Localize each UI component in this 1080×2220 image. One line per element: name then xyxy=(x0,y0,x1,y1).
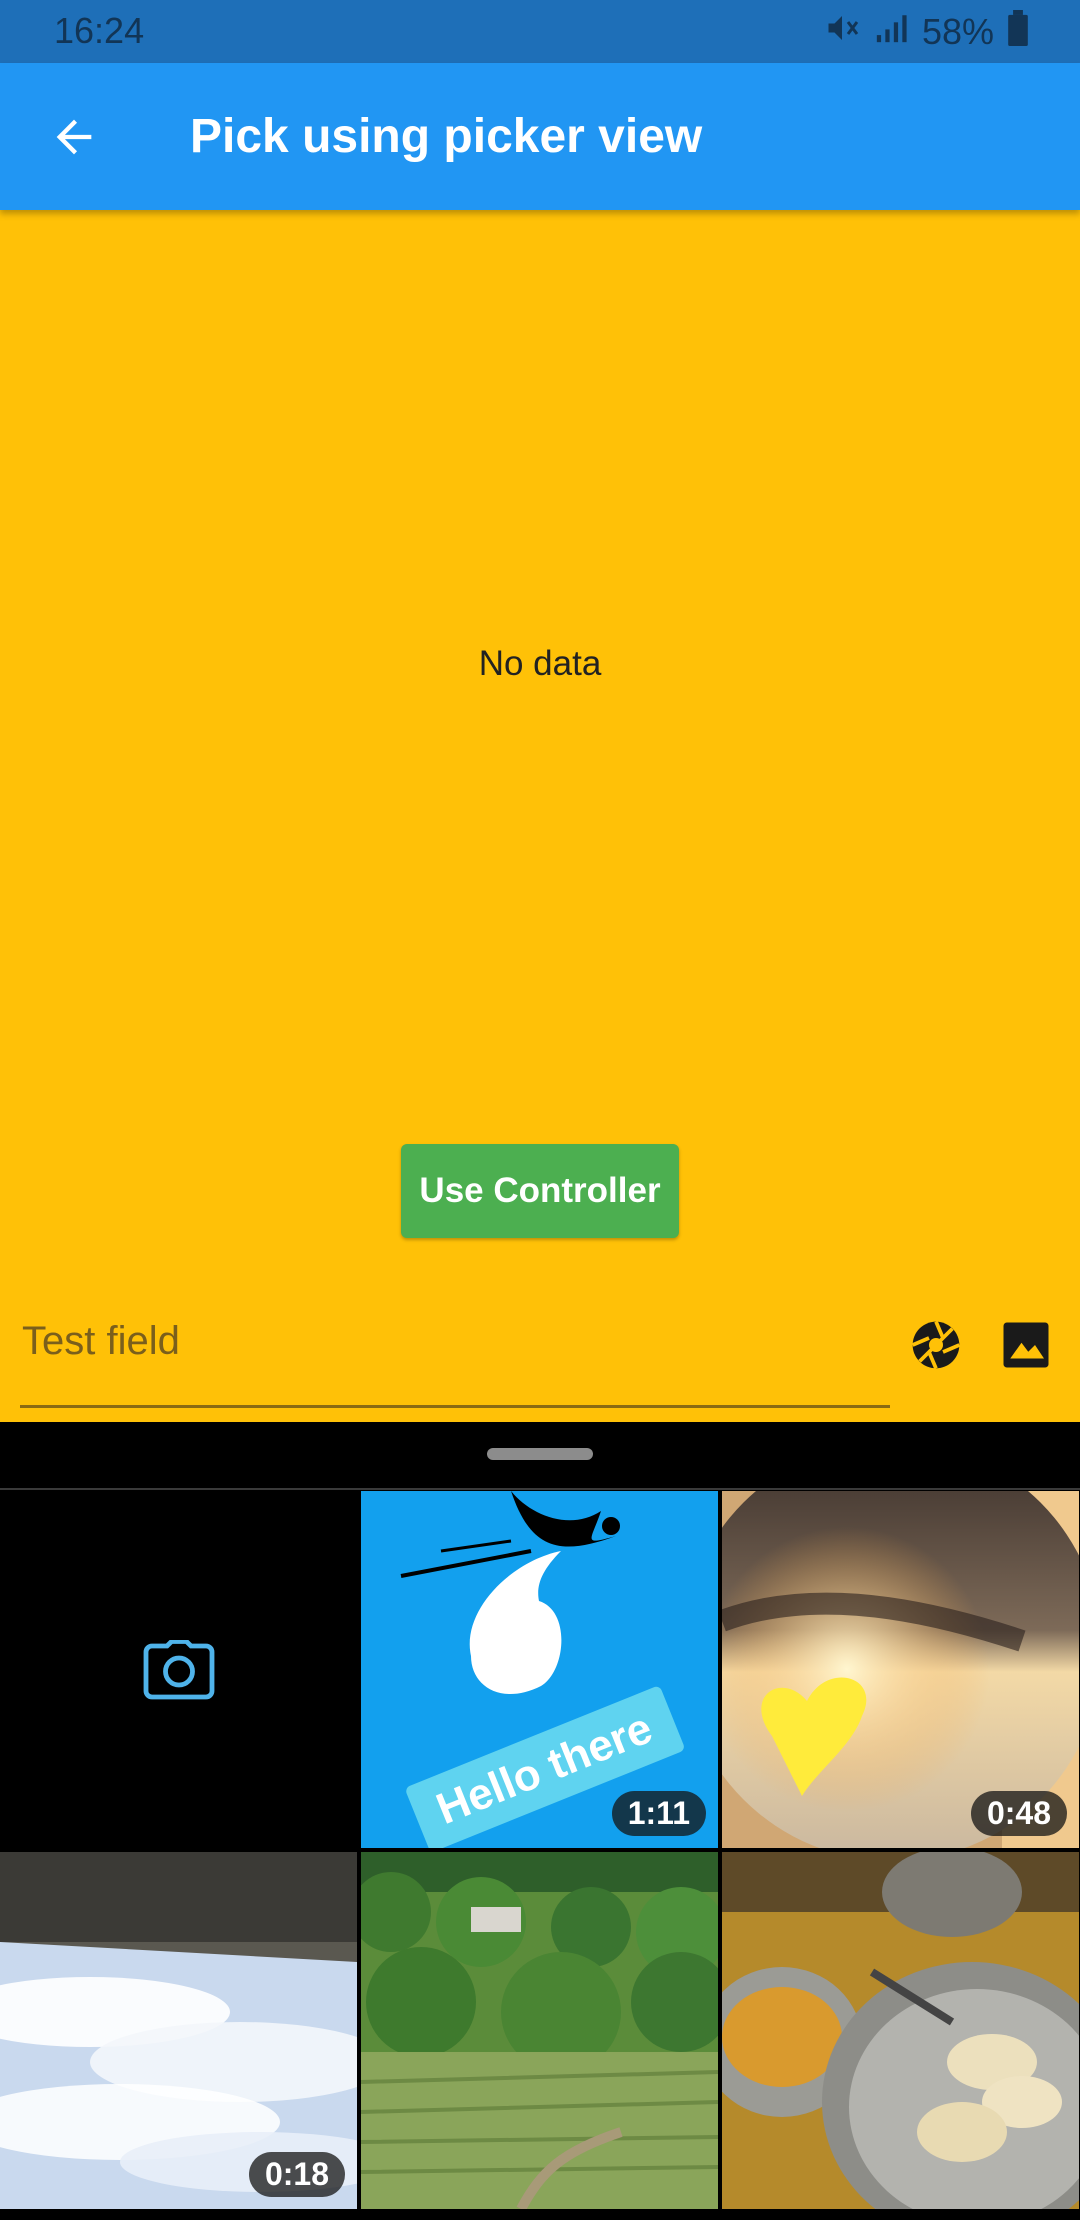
camera-tile[interactable] xyxy=(0,1491,357,1848)
video-duration-badge: 1:11 xyxy=(611,1791,706,1836)
mute-icon xyxy=(824,10,860,55)
drag-handle[interactable] xyxy=(487,1448,593,1460)
test-field-input[interactable]: Test field xyxy=(20,1305,890,1408)
aperture-icon[interactable] xyxy=(906,1315,966,1375)
sheet-divider xyxy=(0,1488,1080,1490)
status-bar: 16:24 58% xyxy=(0,0,1080,63)
status-time: 16:24 xyxy=(54,10,145,51)
field-actions xyxy=(906,1305,1056,1385)
page-title: Pick using picker view xyxy=(190,110,703,163)
battery-level: 58% xyxy=(921,11,994,52)
use-controller-button[interactable]: Use Controller xyxy=(401,1144,679,1238)
app-bar: Pick using picker view xyxy=(0,63,1080,210)
media-thumbnail[interactable]: 0:48 xyxy=(722,1491,1079,1848)
media-thumbnail[interactable]: Hello there 1:11 xyxy=(361,1491,718,1848)
media-thumbnail[interactable] xyxy=(722,1852,1079,2209)
arrow-back-icon xyxy=(56,119,92,155)
empty-state-text: No data xyxy=(478,644,602,683)
green-field-thumbnail-graphic xyxy=(361,1852,718,2209)
back-button[interactable] xyxy=(40,103,108,171)
media-grid: Hello there 1:11 0:48 0:18 xyxy=(0,1491,1080,2209)
status-icons: 58% xyxy=(824,9,1028,55)
video-duration-badge: 0:18 xyxy=(248,2152,345,2197)
video-duration-badge: 0:48 xyxy=(970,1791,1067,1836)
food-thumbnail-graphic xyxy=(722,1852,1079,2209)
picker-sheet: Hello there 1:11 0:48 0:18 xyxy=(0,1422,1080,2220)
media-thumbnail[interactable] xyxy=(361,1852,718,2209)
battery-icon xyxy=(1008,9,1028,55)
main-content: No data Use Controller Test field xyxy=(0,210,1080,1422)
media-thumbnail[interactable]: 0:18 xyxy=(0,1852,357,2209)
signal-icon xyxy=(874,10,908,55)
test-field-placeholder: Test field xyxy=(22,1319,180,1363)
image-icon[interactable] xyxy=(996,1315,1056,1375)
camera-icon xyxy=(143,1639,214,1699)
